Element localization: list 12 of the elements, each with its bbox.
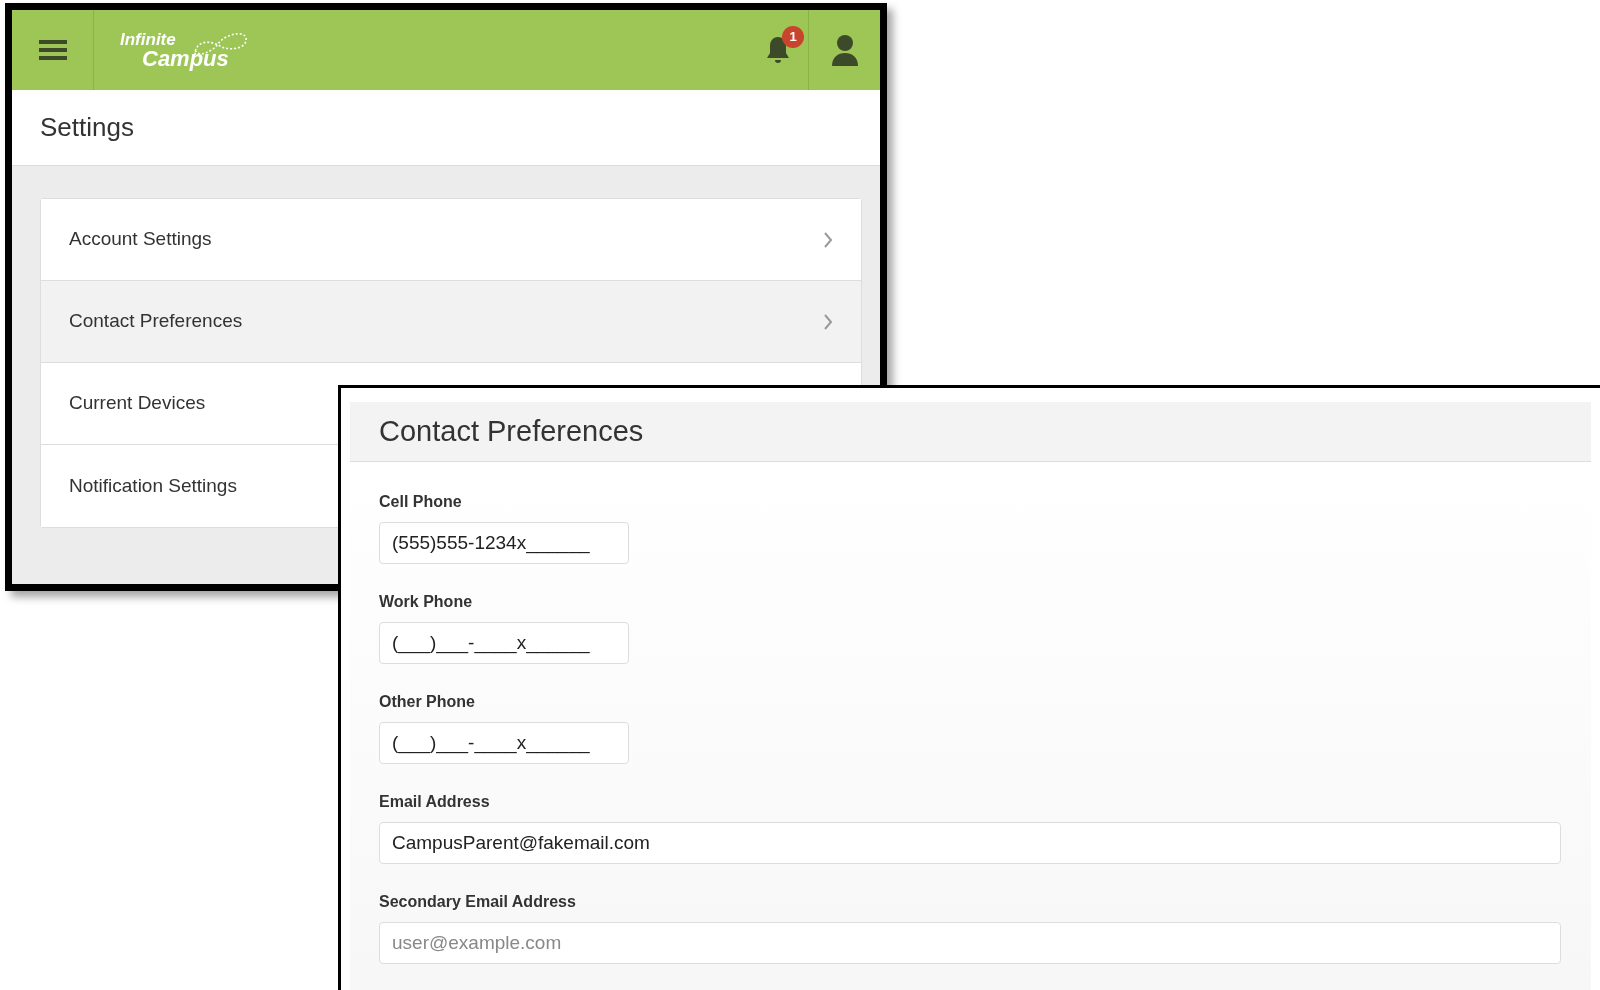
panel-title: Contact Preferences [379, 413, 644, 449]
field-label: Secondary Email Address [379, 892, 576, 912]
field-label: Other Phone [379, 692, 475, 712]
menu-item-label: Current Devices [69, 391, 206, 416]
field-label: Cell Phone [379, 492, 462, 512]
field-label: Work Phone [379, 592, 473, 612]
menu-item-label: Contact Preferences [69, 309, 243, 334]
menu-item-label: Account Settings [69, 227, 212, 252]
page-title: Settings [40, 111, 134, 144]
field-label: Email Address [379, 792, 490, 812]
menu-item-label: Notification Settings [69, 473, 237, 498]
notification-count-badge: 1 [782, 26, 804, 48]
